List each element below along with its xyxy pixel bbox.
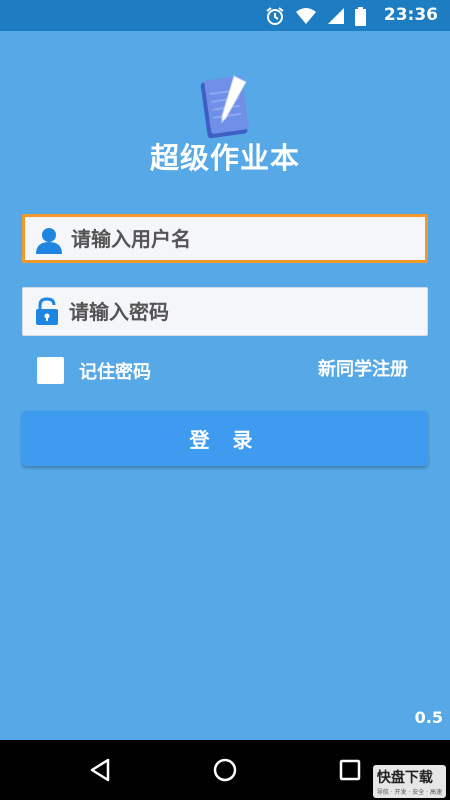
home-icon[interactable] <box>209 754 241 786</box>
username-input[interactable] <box>71 217 411 260</box>
remember-password-label[interactable]: 记住密码 <box>79 358 151 384</box>
username-field[interactable] <box>22 214 428 263</box>
status-icons <box>265 6 366 26</box>
alarm-icon <box>266 7 284 25</box>
battery-icon <box>355 6 366 26</box>
notebook-logo-icon <box>200 75 249 139</box>
recents-icon[interactable] <box>334 754 366 786</box>
back-icon[interactable] <box>84 754 116 786</box>
watermark-subtext: 导航 · 开发 · 安全 · 高速 <box>376 789 442 796</box>
wifi-icon <box>296 8 316 24</box>
navigation-bar: 快盘下载 导航 · 开发 · 安全 · 高速 <box>0 740 450 800</box>
register-link[interactable]: 新同学注册 <box>318 355 408 381</box>
watermark-text: 快盘下载 <box>376 770 433 786</box>
status-bar: 23:36 <box>0 0 450 31</box>
status-time: 23:36 <box>383 5 438 25</box>
login-button[interactable]: 登 录 <box>22 411 428 466</box>
password-input[interactable] <box>69 288 409 335</box>
password-field[interactable] <box>22 287 428 336</box>
remember-password-checkbox[interactable] <box>37 357 64 384</box>
signal-icon <box>328 8 344 24</box>
version-label: 0.5 <box>414 708 443 727</box>
user-icon <box>36 228 62 254</box>
lock-icon <box>36 297 58 325</box>
login-screen: 超级作业本 记住密码 新同学注册 登 录 0.5 <box>0 31 450 740</box>
watermark: 快盘下载 导航 · 开发 · 安全 · 高速 <box>372 765 446 798</box>
app-title: 超级作业本 <box>149 141 300 175</box>
